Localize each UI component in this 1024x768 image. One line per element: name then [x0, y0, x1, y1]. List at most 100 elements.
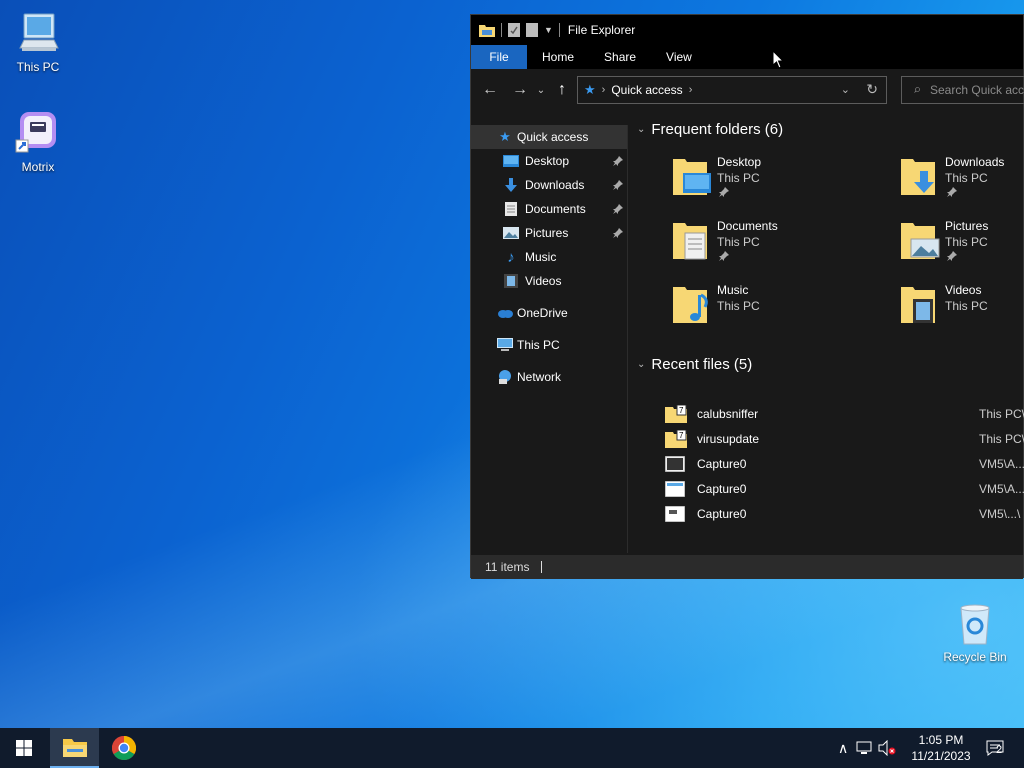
refresh-icon[interactable]: ↻ [866, 81, 878, 98]
recent-file-row[interactable]: 7 virusupdate This PC\ [665, 426, 1024, 451]
folder-tile-downloads[interactable]: Downloads This PC [899, 155, 1024, 215]
taskbar-file-explorer[interactable] [50, 728, 99, 768]
nav-item-network[interactable]: Network [471, 365, 627, 389]
folder-name: Pictures [945, 219, 989, 233]
folder-tile-music[interactable]: Music This PC [671, 283, 871, 343]
star-icon: ★ [499, 129, 511, 144]
customize-toolbar-chevron-icon[interactable]: ▼ [544, 25, 553, 35]
frequent-folders-header[interactable]: ⌄ Frequent folders (6) [637, 121, 783, 138]
forward-button[interactable]: → [507, 77, 533, 103]
pin-icon[interactable] [719, 251, 729, 261]
pin-icon[interactable] [613, 179, 623, 193]
pin-icon[interactable] [613, 203, 623, 217]
quick-access-toolbar: ▼ [479, 23, 560, 37]
nav-item-label: Desktop [525, 154, 570, 168]
nav-item-downloads[interactable]: Downloads [471, 173, 627, 197]
clock-time: 1:05 PM [918, 733, 964, 747]
tab-home[interactable]: Home [527, 45, 589, 69]
taskbar-clock[interactable]: 1:05 PM 11/21/2023 [906, 732, 976, 764]
desktop-icon-this-pc[interactable]: This PC [0, 10, 76, 74]
volume-muted-icon[interactable] [878, 740, 896, 756]
nav-item-label: Documents [525, 202, 586, 216]
nav-item-quick-access[interactable]: ★ Quick access [471, 125, 627, 149]
back-button[interactable]: ← [477, 77, 503, 103]
recent-file-path: VM5\...\ [979, 506, 1021, 521]
computer-icon [497, 337, 513, 353]
folder-location: This PC [945, 299, 988, 313]
recent-file-row[interactable]: Capture0 VM5\...\ [665, 501, 1024, 526]
chevron-right-icon[interactable]: › [689, 84, 693, 96]
nav-item-label: Pictures [525, 226, 569, 240]
nav-item-music[interactable]: ♪ Music [471, 245, 627, 269]
breadcrumb-quick-access[interactable]: Quick access [611, 83, 682, 97]
address-bar[interactable]: ★ › Quick access › ⌄ ↻ [577, 76, 887, 104]
nav-item-pictures[interactable]: Pictures [471, 221, 627, 245]
svg-text:7: 7 [679, 406, 684, 415]
folder-tile-desktop[interactable]: Desktop This PC [671, 155, 871, 215]
folder-tile-pictures[interactable]: Pictures This PC [899, 219, 1024, 279]
up-button[interactable]: ↑ [549, 77, 575, 103]
pin-icon[interactable] [719, 187, 729, 197]
folder-name: Downloads [945, 155, 1005, 169]
nav-item-onedrive[interactable]: OneDrive [471, 301, 627, 325]
desktop-folder-icon [673, 159, 711, 195]
pin-icon[interactable] [947, 187, 957, 197]
search-box[interactable] [901, 76, 1024, 104]
file-explorer-window[interactable]: ▼ File Explorer File Home Share View ← →… [470, 14, 1024, 579]
recent-locations-button[interactable]: ⌄ [533, 77, 549, 103]
clock-date: 11/21/2023 [911, 749, 971, 763]
content-pane: ⌄ Frequent folders (6) Desktop This PC D… [629, 115, 1024, 553]
tab-share[interactable]: Share [589, 45, 651, 69]
folder-name: Videos [945, 283, 982, 297]
action-center-button[interactable] [980, 728, 1010, 768]
network-status-icon[interactable] [856, 741, 872, 755]
navigation-bar: ← → ⌄ ↑ ★ › Quick access › ⌄ ↻ [471, 69, 1024, 111]
folder-location: This PC [945, 235, 988, 249]
window-title: File Explorer [567, 23, 636, 37]
nav-item-this-pc[interactable]: This PC [471, 333, 627, 357]
nav-item-videos[interactable]: Videos [471, 269, 627, 293]
nav-item-desktop[interactable]: Desktop [471, 149, 627, 173]
pin-icon[interactable] [613, 227, 623, 241]
notification-count-badge: 2 [996, 744, 1003, 756]
desktop-icon-recycle-bin[interactable]: Recycle Bin [937, 602, 1013, 664]
section-title: Frequent folders (6) [651, 121, 784, 138]
svg-text:7: 7 [679, 431, 684, 440]
navigation-pane: ★ Quick access Desktop Downloads Documen… [471, 125, 628, 553]
image-file-icon [665, 504, 687, 524]
recent-files-header[interactable]: ⌄ Recent files (5) [637, 356, 752, 373]
recent-file-row[interactable]: Capture0 VM5\A... [665, 451, 1024, 476]
new-folder-icon[interactable] [526, 23, 538, 37]
pictures-folder-icon [901, 223, 940, 259]
status-bar: 11 items [471, 555, 1023, 579]
nav-item-label: Quick access [517, 130, 589, 144]
recent-file-path: This PC\ [979, 406, 1024, 421]
tab-file[interactable]: File [471, 45, 527, 69]
tab-view[interactable]: View [651, 45, 707, 69]
desktop-icon-motrix[interactable]: Motrix [0, 110, 76, 174]
taskbar-chrome[interactable] [100, 728, 148, 768]
nav-item-documents[interactable]: Documents [471, 197, 627, 221]
search-input[interactable] [930, 83, 1024, 97]
chevron-down-icon: ⌄ [637, 124, 646, 135]
pin-icon[interactable] [613, 155, 623, 169]
recent-file-path: VM5\A... [979, 481, 1024, 496]
folder-tile-videos[interactable]: Videos This PC [899, 283, 1024, 343]
title-bar[interactable]: ▼ File Explorer [471, 15, 1023, 45]
start-button[interactable] [0, 728, 48, 768]
chevron-right-icon: › [601, 84, 606, 96]
folder-name: Documents [717, 219, 778, 233]
nav-item-label: Videos [525, 274, 562, 288]
pin-icon[interactable] [947, 251, 957, 261]
folder-tile-documents[interactable]: Documents This PC [671, 219, 871, 279]
folder-location: This PC [717, 299, 760, 313]
recent-file-row[interactable]: Capture0 VM5\A... [665, 476, 1024, 501]
ribbon-tabs: File Home Share View [471, 45, 1023, 69]
show-hidden-icons-chevron-icon[interactable]: ∧ [838, 740, 848, 757]
properties-icon[interactable] [508, 23, 520, 37]
folder-icon [479, 25, 495, 37]
address-dropdown-icon[interactable]: ⌄ [841, 83, 850, 96]
recent-file-row[interactable]: 7 calubsniffer This PC\ [665, 401, 1024, 426]
recent-file-name: calubsniffer [697, 406, 759, 421]
folder-icon [62, 739, 87, 757]
